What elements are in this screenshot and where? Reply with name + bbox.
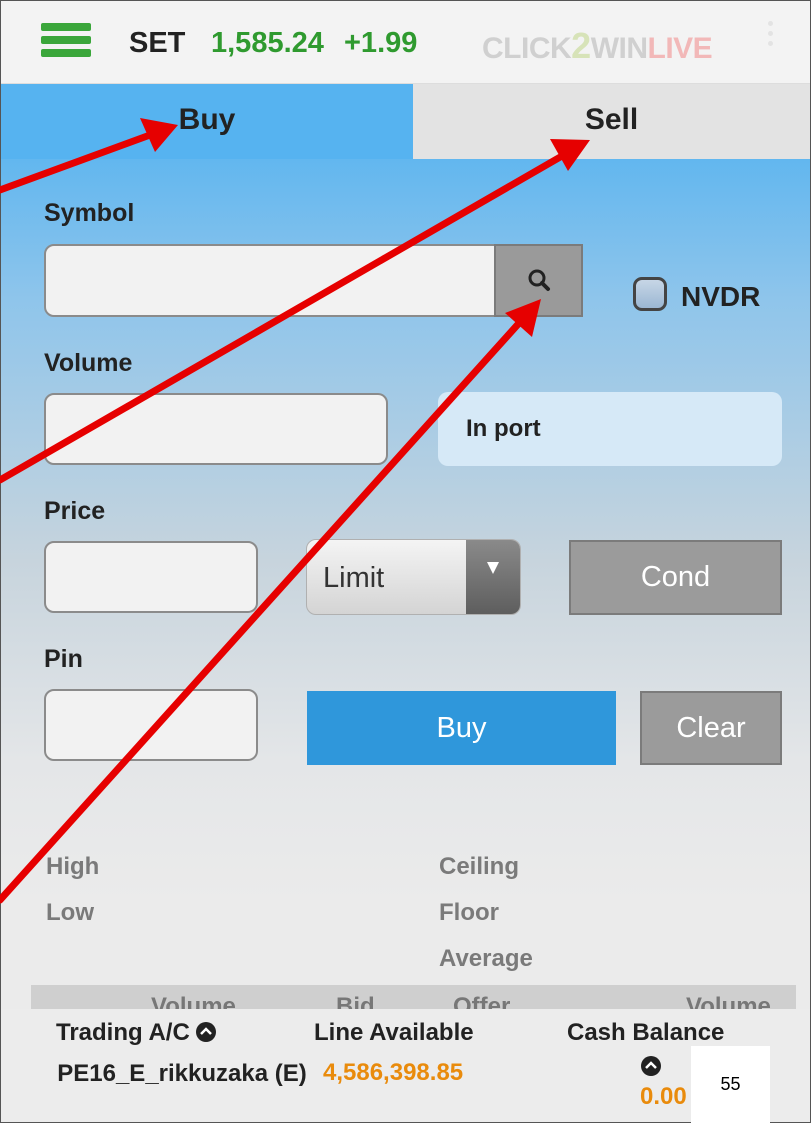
tab-sell[interactable]: Sell bbox=[413, 84, 810, 159]
app-frame: SET 1,585.24 +1.99 CLICK2WINLIVE Buy Sel… bbox=[0, 0, 811, 1123]
buy-button[interactable]: Buy bbox=[307, 691, 616, 765]
cash-balance-value: 0.00 bbox=[640, 1083, 687, 1110]
high-label: High bbox=[46, 853, 100, 880]
cash-chevron-up-icon[interactable] bbox=[641, 1056, 661, 1076]
index-change: +1.99 bbox=[344, 27, 418, 59]
volume-input[interactable] bbox=[44, 393, 388, 465]
account-footer: Trading A/C Line Available Cash Balance … bbox=[1, 1009, 810, 1122]
volume-label: Volume bbox=[44, 349, 133, 377]
trading-account-value: PE16_E_rikkuzaka (E) bbox=[57, 1060, 307, 1087]
index-name: SET bbox=[129, 27, 186, 59]
pin-label: Pin bbox=[44, 645, 83, 673]
cash-balance-label: Cash Balance bbox=[567, 1019, 725, 1046]
top-bar: SET 1,585.24 +1.99 CLICK2WINLIVE bbox=[1, 1, 810, 84]
chevron-up-icon bbox=[196, 1022, 217, 1042]
cond-button[interactable]: Cond bbox=[569, 540, 782, 615]
hamburger-menu-icon[interactable] bbox=[41, 23, 91, 57]
trading-account-selector[interactable]: Trading A/C bbox=[56, 1019, 217, 1047]
in-port-label: In port bbox=[466, 415, 541, 442]
nvdr-checkbox[interactable] bbox=[633, 277, 667, 311]
index-value: 1,585.24 bbox=[211, 27, 324, 59]
pin-input[interactable] bbox=[44, 689, 258, 761]
symbol-search-button[interactable] bbox=[494, 244, 583, 317]
price-type-value: Limit bbox=[323, 562, 385, 594]
price-type-select[interactable]: Limit bbox=[306, 539, 521, 615]
line-available-label: Line Available bbox=[314, 1019, 474, 1046]
click2winlive-logo: CLICK2WINLIVE bbox=[482, 25, 713, 66]
floor-label: Floor bbox=[439, 899, 499, 926]
ceiling-label: Ceiling bbox=[439, 853, 520, 880]
price-input[interactable] bbox=[44, 541, 258, 613]
tab-buy[interactable]: Buy bbox=[1, 84, 413, 159]
dropdown-arrow-icon bbox=[466, 540, 520, 614]
search-icon bbox=[528, 269, 550, 291]
line-available-value: 4,586,398.85 bbox=[323, 1059, 464, 1086]
in-port-button[interactable]: In port bbox=[438, 392, 782, 466]
clear-button[interactable]: Clear bbox=[640, 691, 782, 765]
symbol-input[interactable] bbox=[44, 244, 497, 317]
market-depth-header: Volume Bid Offer Volume bbox=[31, 985, 796, 1011]
symbol-label: Symbol bbox=[44, 199, 135, 227]
page-number: 55 bbox=[691, 1046, 770, 1123]
nvdr-label: NVDR bbox=[681, 281, 761, 312]
average-label: Average bbox=[439, 945, 533, 972]
overflow-menu-icon[interactable] bbox=[768, 21, 774, 51]
price-label: Price bbox=[44, 497, 106, 525]
low-label: Low bbox=[46, 899, 94, 926]
